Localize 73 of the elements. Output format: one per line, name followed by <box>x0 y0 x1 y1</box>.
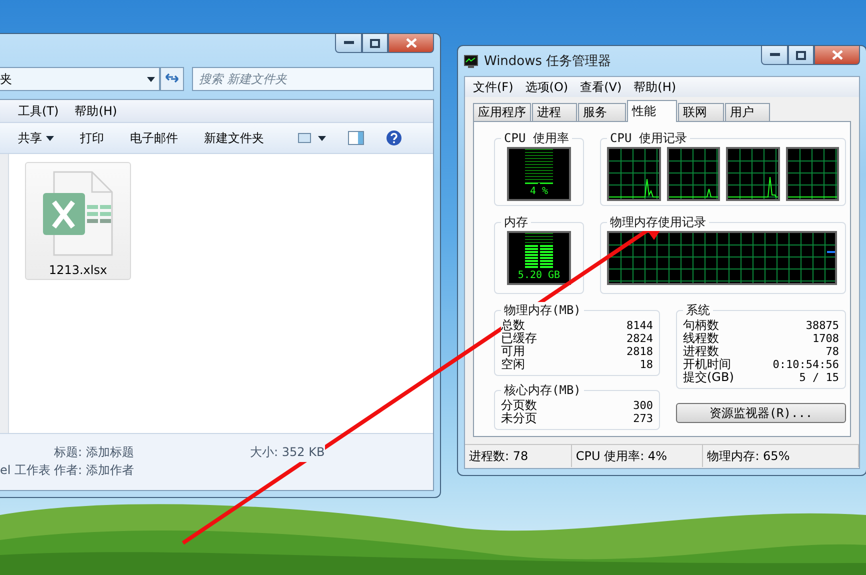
refresh-arrows-icon <box>165 72 179 84</box>
cpu-graph-drawing <box>726 147 780 201</box>
close-icon <box>832 50 842 60</box>
minimize-button[interactable] <box>761 46 788 65</box>
stat-label: 总数 <box>501 319 525 332</box>
stat-value: 1708 <box>812 332 839 345</box>
address-field[interactable]: 夹 <box>0 67 160 91</box>
stat-label: 线程数 <box>683 332 719 345</box>
search-field[interactable]: 搜索 新建文件夹 <box>192 67 434 91</box>
menu-item[interactable]: 选项(O) <box>525 78 568 96</box>
maximize-icon <box>370 38 380 48</box>
meter-reading: 4 % <box>530 186 548 197</box>
tab[interactable]: 性能 <box>627 100 677 122</box>
tab[interactable]: 用户 <box>725 103 770 121</box>
stat-value: 8144 <box>626 319 653 332</box>
monitor-icon <box>464 54 478 68</box>
menu-item[interactable]: 帮助(H) <box>74 102 118 120</box>
menu-item[interactable]: 工具(T) <box>18 102 59 120</box>
dropdown-caret-icon <box>147 76 155 82</box>
resource-monitor-button[interactable]: 资源监视器(R)... <box>676 403 846 423</box>
stat-value: 300 <box>633 399 653 412</box>
stat-value: 0:10:54:56 <box>772 358 839 371</box>
toolbar-button[interactable]: 打印 <box>80 130 104 146</box>
stat-value: 2824 <box>626 332 653 345</box>
tab[interactable]: 进程 <box>532 103 577 121</box>
help-icon[interactable] <box>386 130 402 146</box>
stat-value: 18 <box>640 358 653 371</box>
stat-label: 开机时间 <box>683 358 731 371</box>
minimize-icon <box>770 53 780 57</box>
close-button[interactable] <box>388 34 434 53</box>
maximize-button[interactable] <box>362 34 388 53</box>
close-icon <box>406 38 416 48</box>
meter-reading: 5.20 GB <box>518 270 560 281</box>
stat-value: 78 <box>826 345 839 358</box>
toolbar-button[interactable]: 电子邮件 <box>130 130 178 146</box>
refresh-button[interactable] <box>160 67 184 91</box>
stat-value: 273 <box>633 412 653 425</box>
stat-value: 2818 <box>626 345 653 358</box>
window-title: Windows 任务管理器 <box>484 53 612 70</box>
maximize-button[interactable] <box>788 46 814 65</box>
details-text: 大小: 352 KB <box>250 444 325 462</box>
view-options-icon[interactable] <box>298 133 326 143</box>
toolbar-button[interactable]: 新建文件夹 <box>204 130 264 146</box>
tab[interactable]: 联网 <box>678 103 724 121</box>
cpu-graph-drawing <box>786 147 839 201</box>
maximize-icon <box>796 50 806 60</box>
close-button[interactable] <box>814 46 860 65</box>
stat-value: 5 / 15 <box>799 371 839 384</box>
tab[interactable]: 应用程序 <box>473 103 531 121</box>
stat-label: 进程数 <box>683 345 719 358</box>
stat-label: 已缓存 <box>501 332 537 345</box>
stat-label: 句柄数 <box>683 319 719 332</box>
tab[interactable]: 服务 <box>578 103 626 121</box>
menu-item[interactable]: 帮助(H) <box>634 78 676 96</box>
stat-label: 空闲 <box>501 358 525 371</box>
menu-item[interactable]: 查看(V) <box>580 78 622 96</box>
stat-value: 38875 <box>806 319 839 332</box>
toolbar-button[interactable]: 共享 <box>18 130 54 146</box>
status-text: CPU 使用率: 4% <box>572 445 704 467</box>
file-tile[interactable]: 1213.xlsx <box>25 162 131 280</box>
status-text: 进程数: 78 <box>465 445 572 467</box>
cpu-graph-drawing <box>666 147 720 201</box>
preview-pane-icon[interactable] <box>348 131 364 145</box>
spreadsheet-file-icon <box>42 171 114 257</box>
menu-item[interactable]: 文件(F) <box>473 78 514 96</box>
stat-label: 分页数 <box>501 399 537 412</box>
minimize-button[interactable] <box>335 34 362 53</box>
cpu-graph-drawing <box>607 147 660 201</box>
stat-label: 可用 <box>501 345 525 358</box>
status-text: 物理内存: 65% <box>703 445 859 467</box>
stat-label: 未分页 <box>501 412 537 425</box>
minimize-icon <box>344 41 354 45</box>
stat-label: 提交(GB) <box>683 371 734 384</box>
